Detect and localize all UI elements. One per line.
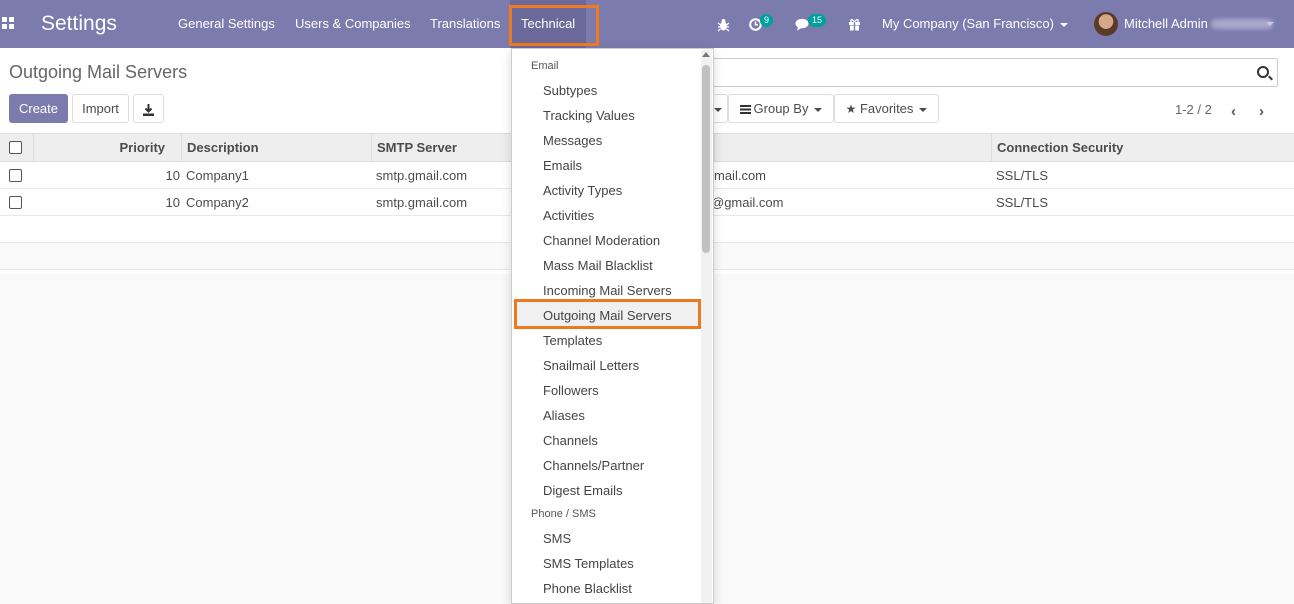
pager-value[interactable]: 1-2 / 2	[1175, 102, 1212, 117]
star-icon: ★	[845, 102, 857, 116]
chevron-down-icon	[1266, 22, 1274, 26]
column-header-connection-security[interactable]: Connection Security	[991, 134, 1294, 161]
column-header-description[interactable]: Description	[181, 134, 371, 161]
smtp-server-cell: smtp.gmail.com	[376, 168, 468, 183]
menu-item-channels-partner[interactable]: Channels/Partner	[543, 458, 644, 473]
group-by-label: Group By	[753, 101, 809, 116]
username-cell: mail.com	[714, 168, 767, 183]
company-switcher[interactable]: My Company (San Francisco)	[882, 0, 1068, 48]
column-header-priority[interactable]: Priority	[33, 134, 181, 161]
technical-menu-highlight	[509, 5, 599, 46]
download-button[interactable]	[133, 94, 164, 123]
chevron-down-icon	[919, 107, 928, 112]
company-name: My Company (San Francisco)	[882, 16, 1054, 31]
menu-item-mass-mail-blacklist[interactable]: Mass Mail Blacklist	[543, 258, 653, 273]
pager-previous-icon[interactable]: ‹	[1231, 103, 1236, 120]
menu-item-subtypes[interactable]: Subtypes	[543, 83, 597, 98]
search-input[interactable]	[700, 58, 1278, 87]
messages-count-badge: 15	[808, 14, 827, 27]
bug-icon[interactable]	[717, 0, 730, 48]
username-cell: @gmail.com	[711, 195, 784, 210]
description-cell: Company1	[186, 168, 249, 183]
chevron-down-icon	[1059, 22, 1068, 27]
pager-next-icon[interactable]: ›	[1259, 103, 1264, 120]
menu-item-digest-emails[interactable]: Digest Emails	[543, 483, 622, 498]
app-title: Settings	[41, 12, 117, 35]
menu-item-aliases[interactable]: Aliases	[543, 408, 585, 423]
blurred-database-name	[1211, 19, 1273, 29]
menu-item-channel-moderation[interactable]: Channel Moderation	[543, 233, 660, 248]
menu-translations[interactable]: Translations	[430, 0, 500, 48]
user-menu[interactable]: Mitchell Admin	[1124, 0, 1208, 48]
dropdown-section-header-phone-sms: Phone / SMS	[531, 508, 596, 520]
connection-security-cell: SSL/TLS	[996, 195, 1049, 210]
create-button[interactable]: Create	[9, 94, 68, 123]
menu-item-phone-blacklist[interactable]: Phone Blacklist	[543, 581, 632, 596]
row-checkbox[interactable]	[9, 169, 22, 182]
menu-general-settings[interactable]: General Settings	[178, 0, 275, 48]
menu-item-incoming-mail-servers[interactable]: Incoming Mail Servers	[543, 283, 672, 298]
connection-security-cell: SSL/TLS	[996, 168, 1049, 183]
menu-item-templates[interactable]: Templates	[543, 333, 602, 348]
activity-count-badge: 9	[760, 14, 774, 27]
menu-item-sms[interactable]: SMS	[543, 531, 571, 546]
gift-icon[interactable]	[848, 0, 861, 48]
favorites-button[interactable]: ★ Favorites	[834, 94, 939, 123]
user-name: Mitchell Admin	[1124, 16, 1208, 31]
menu-item-activities[interactable]: Activities	[543, 208, 594, 223]
menu-item-emails[interactable]: Emails	[543, 158, 582, 173]
smtp-server-cell: smtp.gmail.com	[376, 195, 468, 210]
scroll-up-arrow-icon[interactable]	[702, 52, 710, 57]
list-icon	[739, 105, 751, 115]
menu-users-companies[interactable]: Users & Companies	[295, 0, 411, 48]
favorites-label: Favorites	[859, 101, 914, 116]
dropdown-section-header-email: Email	[531, 60, 559, 72]
select-all-checkbox[interactable]	[9, 141, 22, 154]
priority-cell: 10	[165, 168, 180, 183]
menu-item-messages[interactable]: Messages	[543, 133, 602, 148]
chat-icon[interactable]	[795, 0, 810, 48]
download-icon	[143, 103, 154, 116]
import-button[interactable]: Import	[72, 94, 129, 123]
group-by-button[interactable]: Group By	[728, 94, 834, 123]
dropdown-scrollbar-thumb[interactable]	[702, 65, 710, 253]
column-header-smtp-server[interactable]: SMTP Server	[371, 134, 511, 161]
apps-icon[interactable]	[2, 17, 16, 31]
menu-item-channels[interactable]: Channels	[543, 433, 598, 448]
description-cell: Company2	[186, 195, 249, 210]
menu-item-activity-types[interactable]: Activity Types	[543, 183, 622, 198]
top-navbar: Settings General Settings Users & Compan…	[0, 0, 1294, 48]
menu-item-tracking-values[interactable]: Tracking Values	[543, 108, 635, 123]
chevron-down-icon	[814, 107, 823, 112]
priority-cell: 10	[165, 195, 180, 210]
menu-item-sms-templates[interactable]: SMS Templates	[543, 556, 634, 571]
menu-item-outgoing-mail-servers[interactable]: Outgoing Mail Servers	[543, 308, 672, 323]
chevron-down-icon	[714, 107, 722, 112]
row-checkbox[interactable]	[9, 196, 22, 209]
search-icon[interactable]	[1257, 66, 1269, 78]
technical-dropdown-menu: Email Subtypes Tracking Values Messages …	[511, 48, 714, 604]
menu-item-followers[interactable]: Followers	[543, 383, 599, 398]
column-header-username[interactable]	[714, 134, 991, 161]
menu-item-snailmail-letters[interactable]: Snailmail Letters	[543, 358, 639, 373]
breadcrumb: Outgoing Mail Servers	[9, 62, 188, 82]
avatar[interactable]	[1094, 12, 1118, 36]
